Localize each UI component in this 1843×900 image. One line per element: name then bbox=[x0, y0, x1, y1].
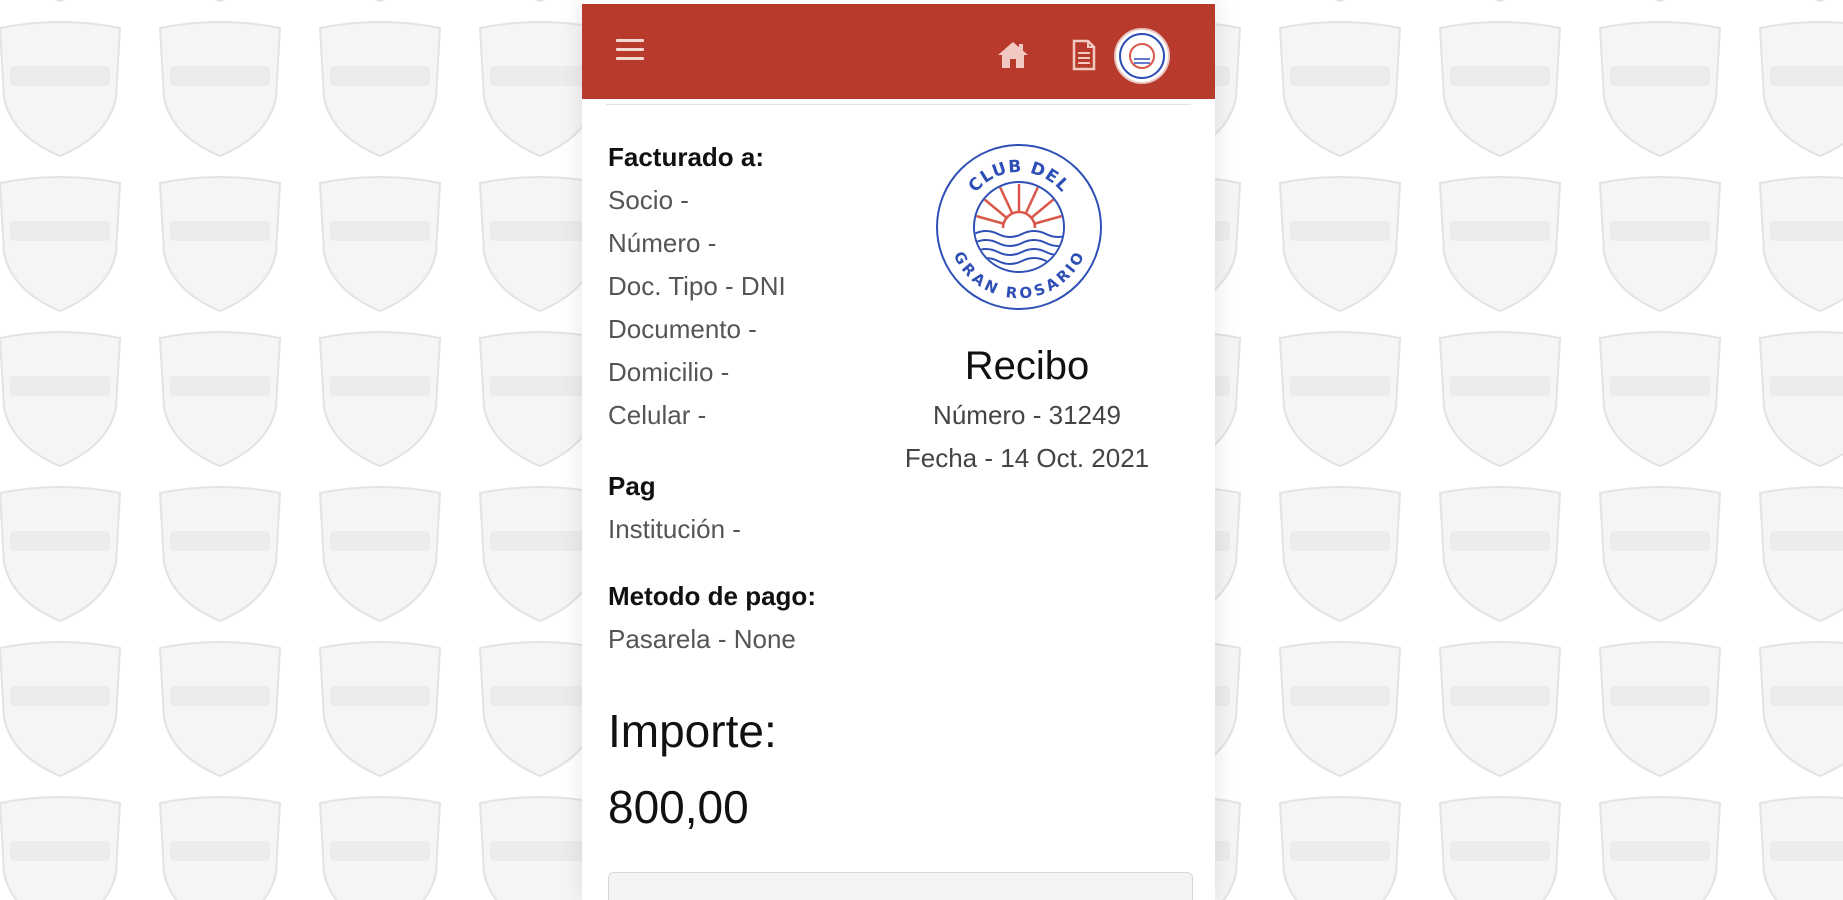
hamburger-menu-icon[interactable] bbox=[616, 39, 644, 63]
billing-doc-tipo: Doc. Tipo - DNI bbox=[608, 271, 786, 301]
amount-label: Importe: bbox=[608, 705, 777, 757]
receipt-info: Recibo Número - 31249 Fecha - 14 Oct. 20… bbox=[862, 338, 1192, 480]
amount-section: Importe: 800,00 bbox=[608, 698, 777, 840]
payment-method-title: Metodo de pago: bbox=[608, 581, 816, 611]
club-logo: CLUB DEL GRAN ROSARIO bbox=[934, 142, 1104, 312]
payment-method-pasarela: Pasarela - None bbox=[608, 624, 796, 654]
bottom-panel bbox=[608, 872, 1193, 900]
billing-numero: Número - bbox=[608, 228, 717, 258]
receipt-date: Fecha - 14 Oct. 2021 bbox=[904, 443, 1150, 473]
billed-to-title: Facturado a: bbox=[608, 142, 765, 172]
document-icon[interactable] bbox=[1072, 39, 1096, 71]
payer-institucion: Institución - bbox=[608, 514, 741, 544]
receipt-screen: Facturado a: Socio - Número - Doc. Tipo … bbox=[582, 0, 1215, 900]
club-avatar-icon[interactable] bbox=[1114, 28, 1170, 84]
amount-value: 800,00 bbox=[608, 781, 749, 833]
app-header bbox=[582, 4, 1215, 99]
receipt-number: Número - 31249 bbox=[933, 400, 1121, 430]
home-icon[interactable] bbox=[996, 39, 1030, 71]
receipt-title: Recibo bbox=[964, 344, 1090, 388]
header-divider bbox=[606, 104, 1191, 105]
billing-socio: Socio - bbox=[608, 185, 689, 215]
